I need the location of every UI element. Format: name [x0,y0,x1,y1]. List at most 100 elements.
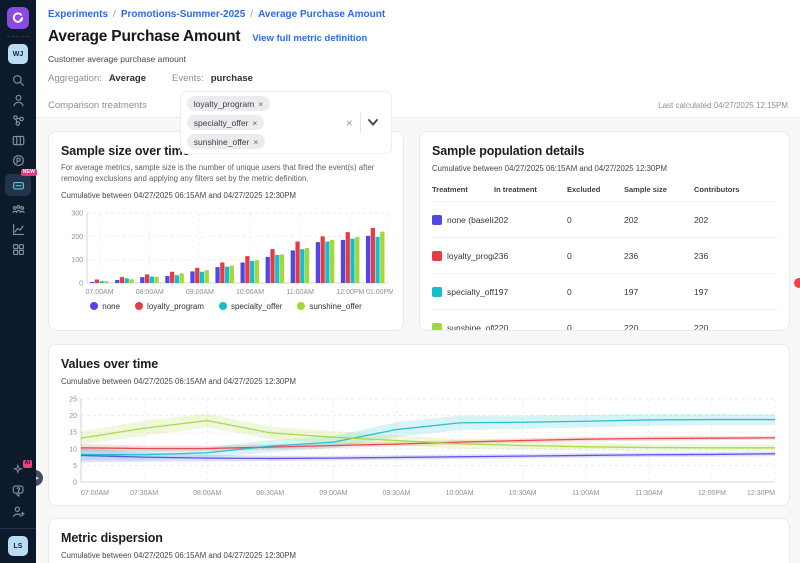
legend-item[interactable]: loyalty_program [135,302,204,311]
table-row: specialty_offer1970197197 [432,273,777,309]
chip-label: specialty_offer [194,118,249,128]
chip-label: sunshine_offer [194,137,250,147]
svg-text:12:30PM: 12:30PM [747,490,775,497]
svg-text:11:30AM: 11:30AM [635,490,663,497]
svg-text:09:00AM: 09:00AM [186,289,214,296]
table-cell: 0 [567,323,624,332]
treatment-cell: loyalty_program [432,251,494,261]
values-cumulative: Cumulative between 04/27/2025 06:15AM an… [61,377,777,386]
table-row: none (baseline)2020202202 [432,201,777,237]
table-header-cell: Sample size [624,185,694,194]
edge-marker[interactable] [794,278,800,288]
table-header-cell: Excluded [567,185,624,194]
table-cell: 0 [567,287,624,297]
segments-icon[interactable] [6,112,30,129]
line-chart-icon[interactable] [6,221,30,238]
sample-size-card: Sample size over time For average metric… [48,131,404,331]
svg-text:0: 0 [79,280,83,287]
svg-text:11:00AM: 11:00AM [572,490,600,497]
clear-all-icon[interactable]: × [339,116,360,130]
legend-label: loyalty_program [147,302,204,311]
main-area: Experiments/Promotions-Summer-2025/Avera… [36,0,800,563]
dispersion-cumulative: Cumulative between 04/27/2025 06:15AM an… [61,551,777,560]
invite-user-icon[interactable] [6,503,30,520]
table-cell: 202 [694,215,777,225]
aggregation-row: Aggregation: Average Events: purchase [48,73,786,84]
legend-label: none [102,302,120,311]
table-cell: 0 [567,215,624,225]
treatment-swatch [432,215,442,225]
search-icon[interactable] [6,72,30,89]
user-avatar[interactable]: LS [8,536,28,556]
treatment-chips: loyalty_program×specialty_offer×sunshine… [187,96,339,149]
population-icon[interactable] [6,201,30,218]
table-row: loyalty_program2360236236 [432,237,777,273]
treatments-multiselect[interactable]: loyalty_program×specialty_offer×sunshine… [180,91,392,154]
svg-text:12:00PM: 12:00PM [698,490,726,497]
svg-text:100: 100 [71,257,83,264]
svg-text:09:00AM: 09:00AM [319,490,347,497]
svg-text:10:30AM: 10:30AM [509,490,537,497]
breadcrumb-link[interactable]: Average Purchase Amount [258,9,385,20]
values-card: Values over time Cumulative between 04/2… [48,344,790,506]
treatment-cell: specialty_offer [432,287,494,297]
table-cell: 197 [624,287,694,297]
logo-glyph [11,11,25,25]
breadcrumb-link[interactable]: Promotions-Summer-2025 [121,9,245,20]
table-header-cell: Treatment [432,185,494,194]
table-cell: 236 [494,251,567,261]
legend-item[interactable]: specialty_offer [219,302,282,311]
table-cell: 202 [624,215,694,225]
sample-size-bar-chart[interactable]: 010020030007:00AM08:00AM09:00AM10:00AM11… [61,205,393,299]
metrics-icon-selected[interactable]: NEW [5,174,31,196]
legend-dot [219,302,227,310]
table-cell: 197 [694,287,777,297]
svg-text:11:00AM: 11:00AM [286,289,314,296]
content-area: Sample size over time For average metric… [36,118,800,563]
chip-label: loyalty_program [194,99,254,109]
workspace-avatar[interactable]: WJ [8,44,28,64]
values-line-chart[interactable]: 051015202507:00AM07:30AM08:00AM08:30AM09… [61,394,783,500]
breadcrumb-link[interactable]: Experiments [48,9,108,20]
view-metric-definition-link[interactable]: View full metric definition [252,33,367,44]
svg-text:07:00AM: 07:00AM [86,289,114,296]
svg-text:200: 200 [71,233,83,240]
chip-remove-icon[interactable]: × [258,99,263,109]
page-header: Experiments/Promotions-Summer-2025/Avera… [36,0,800,118]
chevron-down-icon[interactable] [361,119,385,126]
treatment-cell: sunshine_offer [432,323,494,332]
table-cell: 0 [567,251,624,261]
user-icon[interactable] [6,92,30,109]
table-cell: 202 [494,215,567,225]
table-cell: 220 [694,323,777,332]
aggregation-label: Aggregation: [48,73,102,84]
svg-text:09:30AM: 09:30AM [382,490,410,497]
ai-assistant-icon[interactable]: AI [6,460,30,478]
svg-text:5: 5 [73,463,77,470]
help-chat-icon[interactable] [6,482,30,499]
legend-item[interactable]: sunshine_offer [297,302,361,311]
dispersion-title: Metric dispersion [61,531,777,545]
legend-dot [135,302,143,310]
chip-remove-icon[interactable]: × [253,137,258,147]
table-cell: 220 [624,323,694,332]
svg-text:07:00AM: 07:00AM [81,490,109,497]
page-title: Average Purchase Amount [48,28,240,46]
svg-text:300: 300 [71,210,83,217]
new-badge: NEW [21,169,37,176]
treatment-chip[interactable]: loyalty_program × [187,96,270,111]
metric-subtitle: Customer average purchase amount [48,54,786,64]
pulse-icon[interactable] [6,152,30,169]
statsig-logo[interactable] [7,7,29,29]
breadcrumb-separator: / [113,9,116,20]
treatment-chip[interactable]: specialty_offer× [187,115,265,130]
svg-text:0: 0 [73,480,77,487]
chip-remove-icon[interactable]: × [252,118,257,128]
sidebar-nav: NEW [5,72,31,258]
treatment-chip[interactable]: sunshine_offer× [187,134,266,149]
legend-item[interactable]: none [90,302,120,311]
grid-icon[interactable] [6,241,30,258]
user-avatar-wrap: LS [0,528,36,556]
columns-icon[interactable] [6,132,30,149]
breadcrumb: Experiments/Promotions-Summer-2025/Avera… [48,9,786,20]
